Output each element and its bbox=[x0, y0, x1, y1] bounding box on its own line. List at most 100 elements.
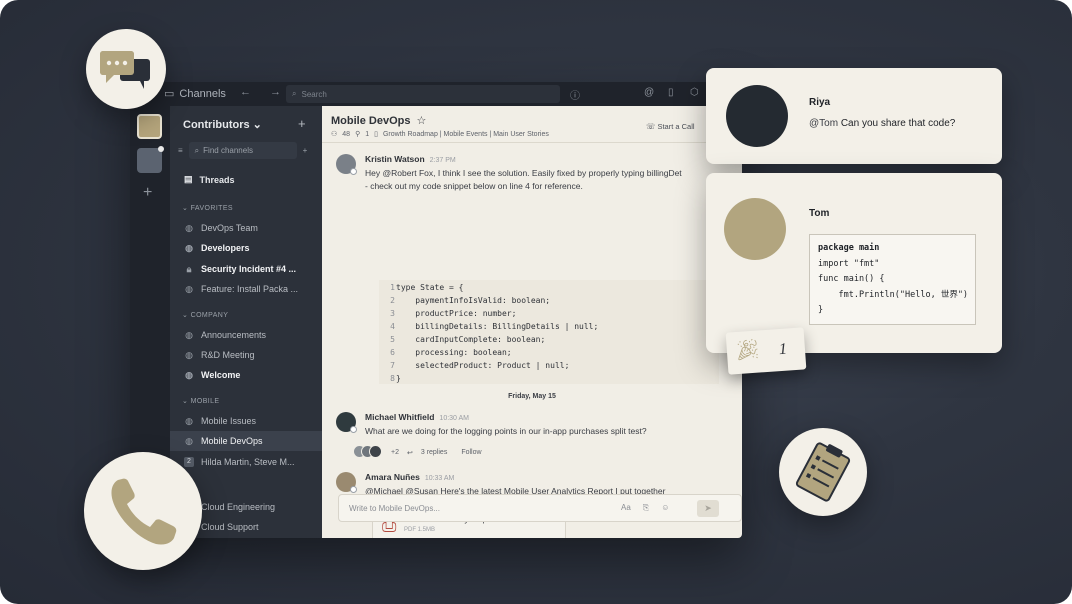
section-label: COMPANY bbox=[190, 312, 229, 319]
code-line: } bbox=[818, 305, 824, 315]
sidebar-item-label: Welcome bbox=[201, 370, 241, 380]
sidebar-item-label: Mobile DevOps bbox=[201, 436, 263, 446]
phone-badge bbox=[84, 452, 202, 570]
filter-icon[interactable]: ≡ bbox=[178, 146, 183, 155]
star-icon[interactable]: ☆ bbox=[416, 114, 426, 127]
post-author[interactable]: Amara Nuñes 10:33 AM bbox=[365, 472, 454, 482]
section-favorites[interactable]: ⌄ FAVORITES bbox=[182, 204, 233, 212]
history-nav[interactable]: ← → bbox=[240, 86, 289, 98]
post-author[interactable]: Michael Whitfield 10:30 AM bbox=[365, 412, 469, 422]
add-icon[interactable]: + bbox=[303, 146, 308, 155]
unread-dot bbox=[158, 146, 164, 152]
code-line: billingDetails: BillingDetails | null; bbox=[396, 322, 599, 331]
pinned-count[interactable]: 1 bbox=[365, 131, 369, 138]
post-message: What are we doing for the logging points… bbox=[365, 425, 737, 438]
status-badge bbox=[350, 426, 357, 433]
mention-icon[interactable]: @ bbox=[644, 87, 654, 98]
channel-bookmarks[interactable]: Growth Roadmap | Mobile Events | Main Us… bbox=[383, 131, 549, 138]
header-divider bbox=[322, 142, 742, 143]
sidebar-item-label: Hilda Martin, Steve M... bbox=[201, 457, 295, 467]
channels-switcher[interactable]: ▭ Channels bbox=[164, 87, 226, 101]
replies-link[interactable]: 3 replies bbox=[421, 449, 447, 456]
chat-bubbles-icon bbox=[100, 51, 150, 89]
code-line: processing: boolean; bbox=[396, 348, 512, 357]
message-line: Hey @Robert Fox, I think I see the solut… bbox=[365, 168, 682, 178]
date-separator: Friday, May 15 bbox=[508, 393, 556, 400]
globe-icon: ◍ bbox=[185, 283, 193, 294]
sidebar-item-label: Cloud Support bbox=[201, 522, 259, 532]
card-author: Riya bbox=[809, 97, 831, 108]
riya-message-card: Riya @Tom Can you share that code? bbox=[706, 68, 1002, 164]
sidebar-item-devops-team[interactable]: ◍ DevOps Team bbox=[170, 218, 322, 238]
sidebar-item-label: Cloud Engineering bbox=[201, 502, 276, 512]
add-channel-icon[interactable]: + bbox=[298, 116, 306, 131]
pin-icon[interactable]: ⚲ bbox=[355, 130, 360, 138]
sidebar-item-rd-meeting[interactable]: ◍ R&D Meeting bbox=[170, 345, 322, 365]
send-button[interactable]: ➤ bbox=[697, 500, 719, 517]
line-number: 4 bbox=[390, 322, 395, 331]
saved-icon[interactable]: ▯ bbox=[668, 87, 674, 98]
sidebar-item-security-incident[interactable]: 🔒︎ Security Incident #4 ... bbox=[170, 259, 322, 279]
chevron-down-icon: ⌄ bbox=[252, 119, 262, 131]
clipboard-icon bbox=[795, 442, 851, 502]
code-line: paymentInfoIsValid: boolean; bbox=[396, 296, 551, 305]
settings-icon[interactable]: ⬡ bbox=[690, 87, 699, 98]
channel-meta: ⚇ 48 ⚲ 1 ▯ Growth Roadmap | Mobile Event… bbox=[331, 130, 549, 139]
line-number: 5 bbox=[390, 335, 395, 344]
post-message: Hey @Robert Fox, I think I see the solut… bbox=[365, 167, 737, 193]
globe-icon: ◍ bbox=[185, 242, 193, 253]
phone-icon bbox=[111, 478, 177, 545]
card-author: Tom bbox=[809, 208, 830, 219]
globe-icon: ◍ bbox=[185, 222, 193, 233]
mention: @Tom bbox=[809, 118, 839, 129]
code-line: type State = { bbox=[396, 283, 464, 292]
sidebar-item-feature-install[interactable]: ◍ Feature: Install Packa ... bbox=[170, 279, 322, 299]
chevron-down-icon: ⌄ bbox=[182, 312, 191, 319]
post-author[interactable]: Kristin Watson 2:37 PM bbox=[365, 154, 456, 164]
code-line: productPrice: number; bbox=[396, 309, 517, 318]
attach-icon[interactable]: ⎘ bbox=[643, 503, 649, 513]
globe-icon: ◍ bbox=[185, 369, 193, 380]
format-button[interactable]: Aa bbox=[621, 503, 631, 513]
chat-bubble-badge bbox=[86, 29, 166, 109]
message-composer[interactable]: Write to Mobile DevOps... Aa ⎘ ☺ ➤ bbox=[338, 494, 742, 522]
sidebar-item-threads[interactable]: ▤ Threads bbox=[184, 174, 235, 185]
member-count[interactable]: 48 bbox=[342, 131, 350, 138]
composer-tools: Aa ⎘ ☺ bbox=[621, 503, 669, 513]
code-block: package main import "fmt" func main() { … bbox=[809, 234, 976, 325]
line-number: 8 bbox=[390, 374, 395, 383]
channel-view: Mobile DevOps ☆ ⚇ 48 ⚲ 1 ▯ Growth Roadma… bbox=[322, 106, 742, 538]
start-call-button[interactable]: ☏ Start a Call bbox=[646, 122, 695, 131]
hero-canvas: ▭ Channels ← → ⌕ Search ⓘ @ ▯ ⬡ + Contri… bbox=[0, 0, 1072, 604]
sidebar-item-developers[interactable]: ◍ Developers bbox=[170, 238, 322, 258]
globe-icon: ◍ bbox=[185, 435, 193, 446]
globe-icon: ◍ bbox=[185, 349, 193, 360]
emoji-icon[interactable]: ☺ bbox=[661, 503, 669, 513]
sidebar-item-welcome[interactable]: ◍ Welcome bbox=[170, 365, 322, 385]
follow-button[interactable]: Follow bbox=[461, 449, 481, 456]
team-name-dropdown[interactable]: Contributors ⌄ bbox=[183, 118, 262, 131]
team-contributors[interactable] bbox=[137, 114, 162, 139]
find-channels-input[interactable]: ⌕ Find channels bbox=[188, 142, 297, 159]
sidebar-item-mobile-devops[interactable]: ◍ Mobile DevOps bbox=[170, 431, 322, 451]
message-line: What are we doing for the logging points… bbox=[365, 426, 647, 436]
channel-title[interactable]: Mobile DevOps bbox=[331, 115, 410, 127]
members-icon[interactable]: ⚇ bbox=[331, 130, 337, 138]
add-team-icon[interactable]: + bbox=[143, 184, 152, 202]
sidebar-item-label: DevOps Team bbox=[201, 223, 258, 233]
search-icon: ⌕ bbox=[194, 145, 200, 155]
global-search[interactable]: ⌕ Search bbox=[286, 85, 560, 103]
phone-icon: ☏ bbox=[646, 122, 658, 131]
team-secondary[interactable] bbox=[137, 148, 162, 173]
section-mobile[interactable]: ⌄ MOBILE bbox=[182, 397, 219, 405]
chevron-down-icon: ⌄ bbox=[182, 398, 191, 405]
sidebar-item-announcements[interactable]: ◍ Announcements bbox=[170, 325, 322, 345]
sidebar-item-label: Mobile Issues bbox=[201, 416, 257, 426]
line-number: 6 bbox=[390, 348, 395, 357]
help-icon[interactable]: ⓘ bbox=[570, 87, 580, 102]
avatar bbox=[726, 85, 788, 147]
party-popper-icon: 🎉︎ bbox=[734, 338, 762, 363]
section-company[interactable]: ⌄ COMPANY bbox=[182, 311, 228, 319]
sidebar-item-mobile-issues[interactable]: ◍ Mobile Issues bbox=[170, 411, 322, 431]
file-meta: PDF 1.5MB bbox=[404, 527, 436, 533]
